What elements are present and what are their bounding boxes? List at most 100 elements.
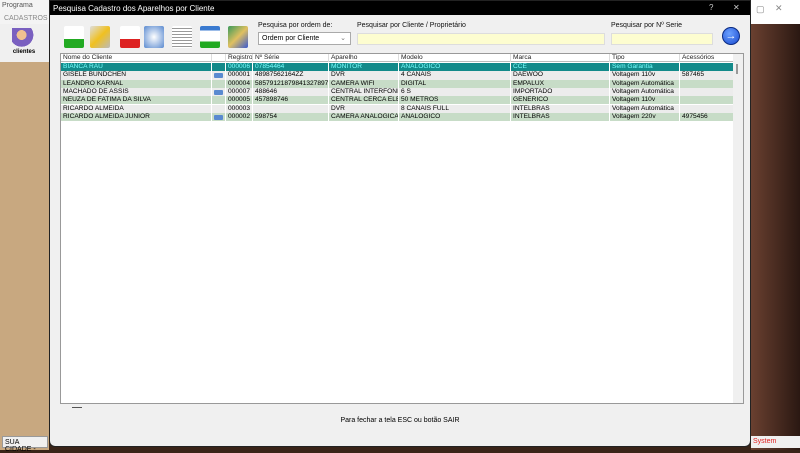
restore-icon[interactable]: ▢ (756, 4, 765, 15)
table-row[interactable]: LEANDRO KARNAL 000004 58579121879841327897… (61, 79, 734, 88)
background-app (0, 0, 49, 450)
cell-aparelho: MONITOR (329, 63, 399, 72)
cell-tipo: Voltagem 220v (610, 112, 680, 122)
client-search-input[interactable] (357, 33, 605, 45)
cell-aparelho: CAMERA WIFI (329, 79, 399, 88)
cell-modelo: ANALOGICO (399, 112, 511, 122)
add-icon[interactable] (64, 26, 84, 48)
cell-nome: LEANDRO KARNAL (61, 79, 212, 88)
order-select[interactable]: Ordem por Cliente ⌄ (258, 32, 351, 45)
cell-icon (212, 87, 226, 97)
cell-tipo: Voltagem Automática (610, 87, 680, 97)
column-header-tipo[interactable]: Tipo (610, 54, 680, 63)
cell-modelo: 4 CANAIS (399, 71, 511, 80)
report-icon[interactable] (172, 26, 192, 48)
print-icon[interactable] (144, 26, 164, 48)
clientes-label: clientes (12, 49, 36, 55)
cell-aparelho: CENTRAL CERCA ELETRICA (329, 96, 399, 105)
table-row[interactable]: BIANCA RAU 000006 07854464 MONITOR ANALOGICO… (61, 63, 734, 72)
cell-marca: DAEWOO (511, 71, 610, 80)
column-header-marca[interactable]: Marca (511, 54, 610, 63)
cell-acessorios (680, 87, 734, 97)
column-header-icon[interactable] (212, 54, 226, 63)
table-row[interactable]: MACHADO DE ASSIS 000007 488646 CENTRAL INTE… (61, 87, 734, 97)
cell-aparelho: DVR (329, 71, 399, 80)
cell-serie: 48987562164ZZ (253, 71, 329, 80)
cell-nome: BIANCA RAU (61, 63, 212, 72)
column-header-serie[interactable]: Nº Série (253, 54, 329, 63)
cell-icon (212, 63, 226, 72)
exit-icon[interactable] (228, 26, 248, 48)
table-header: Nome do Cliente Registro Nº Série Aparelho M… (61, 54, 734, 63)
cell-registro: 000003 (226, 104, 253, 113)
cell-marca: EMPALUX (511, 79, 610, 88)
table-row[interactable]: GISELE BUNDCHEN 000001 48987562164ZZ DVR 4 C… (61, 71, 734, 80)
cell-marca: INTELBRAS (511, 112, 610, 122)
column-header-registro[interactable]: Registro (226, 54, 253, 63)
cell-modelo: 50 METROS (399, 96, 511, 105)
table-row[interactable]: RICARDO ALMEIDA 000003 DVR 8 CANAIS FULL INT… (61, 104, 734, 113)
serial-search-input[interactable] (611, 33, 713, 45)
scroll-thumb[interactable] (736, 64, 738, 74)
cell-marca: INTELBRAS (511, 104, 610, 113)
edit-icon[interactable] (90, 26, 110, 48)
cell-serie: 598754 (253, 112, 329, 122)
cell-serie (253, 104, 329, 113)
cell-modelo: 6 S (399, 87, 511, 97)
app-window-controls: ▢ ✕ (751, 0, 800, 24)
cell-registro: 000002 (226, 112, 253, 122)
delete-icon[interactable] (120, 26, 140, 48)
cell-tipo: Sem Garantia (610, 63, 680, 72)
cell-nome: RICARDO ALMEIDA JUNIOR (61, 112, 212, 122)
search-go-button[interactable]: → (722, 27, 740, 45)
arrow-right-icon: → (725, 30, 737, 42)
background-desktop (751, 0, 800, 450)
cell-registro: 000006 (226, 63, 253, 72)
table-add-icon[interactable] (200, 26, 220, 48)
computer-icon (214, 73, 223, 79)
column-header-acessorios[interactable]: Acessórios (680, 54, 734, 63)
close-button[interactable]: ✕ (733, 3, 740, 12)
help-button[interactable]: ? (709, 3, 713, 12)
column-header-nome[interactable]: Nome do Cliente (61, 54, 212, 63)
cell-registro: 000005 (226, 96, 253, 105)
cell-modelo: 8 CANAIS FULL (399, 104, 511, 113)
cell-icon (212, 96, 226, 105)
app-close-icon[interactable]: ✕ (775, 3, 783, 14)
order-label: Pesquisa por ordem de: (258, 22, 333, 29)
column-header-aparelho[interactable]: Aparelho (329, 54, 399, 63)
horizontal-scrollbar[interactable] (72, 407, 82, 408)
menu-cadastros[interactable]: CADASTROS (4, 15, 48, 22)
vertical-scrollbar[interactable] (733, 54, 743, 403)
cell-nome: MACHADO DE ASSIS (61, 87, 212, 97)
cell-aparelho: DVR (329, 104, 399, 113)
cell-acessorios: 587465 (680, 71, 734, 80)
cell-tipo: Voltagem 110v (610, 71, 680, 80)
cell-registro: 000004 (226, 79, 253, 88)
chevron-down-icon: ⌄ (340, 35, 346, 42)
table-row[interactable]: NEUZA DE FATIMA DA SILVA 000005 457898746 C… (61, 96, 734, 105)
dialog-title: Pesquisa Cadastro dos Aparelhos por Clie… (53, 4, 215, 13)
cell-marca: CCE (511, 63, 610, 72)
cell-tipo: Voltagem Automática (610, 79, 680, 88)
cell-acessorios: 4975456 (680, 112, 734, 122)
clientes-button[interactable]: clientes (8, 28, 40, 55)
cell-acessorios (680, 63, 734, 72)
status-system: System (751, 436, 800, 448)
footer-hint: Para fechar a tela ESC ou botão SAIR (340, 417, 460, 424)
order-value: Ordem por Cliente (262, 35, 320, 42)
computer-icon (214, 89, 223, 95)
status-city: SUA CIDADE - (2, 436, 48, 453)
cell-icon (212, 112, 226, 122)
cell-marca: GENERICO (511, 96, 610, 105)
cell-modelo: DIGITAL (399, 79, 511, 88)
cell-acessorios (680, 79, 734, 88)
cell-nome: NEUZA DE FATIMA DA SILVA (61, 96, 212, 105)
cell-icon (212, 79, 226, 88)
cell-registro: 000007 (226, 87, 253, 97)
cell-acessorios (680, 96, 734, 105)
table-row[interactable]: RICARDO ALMEIDA JUNIOR 000002 598754 CAMERA… (61, 112, 734, 122)
cell-aparelho: CAMERA ANALOGICA (331, 112, 399, 122)
cell-tipo: Voltagem Automática (610, 104, 680, 113)
column-header-modelo[interactable]: Modelo (399, 54, 511, 63)
